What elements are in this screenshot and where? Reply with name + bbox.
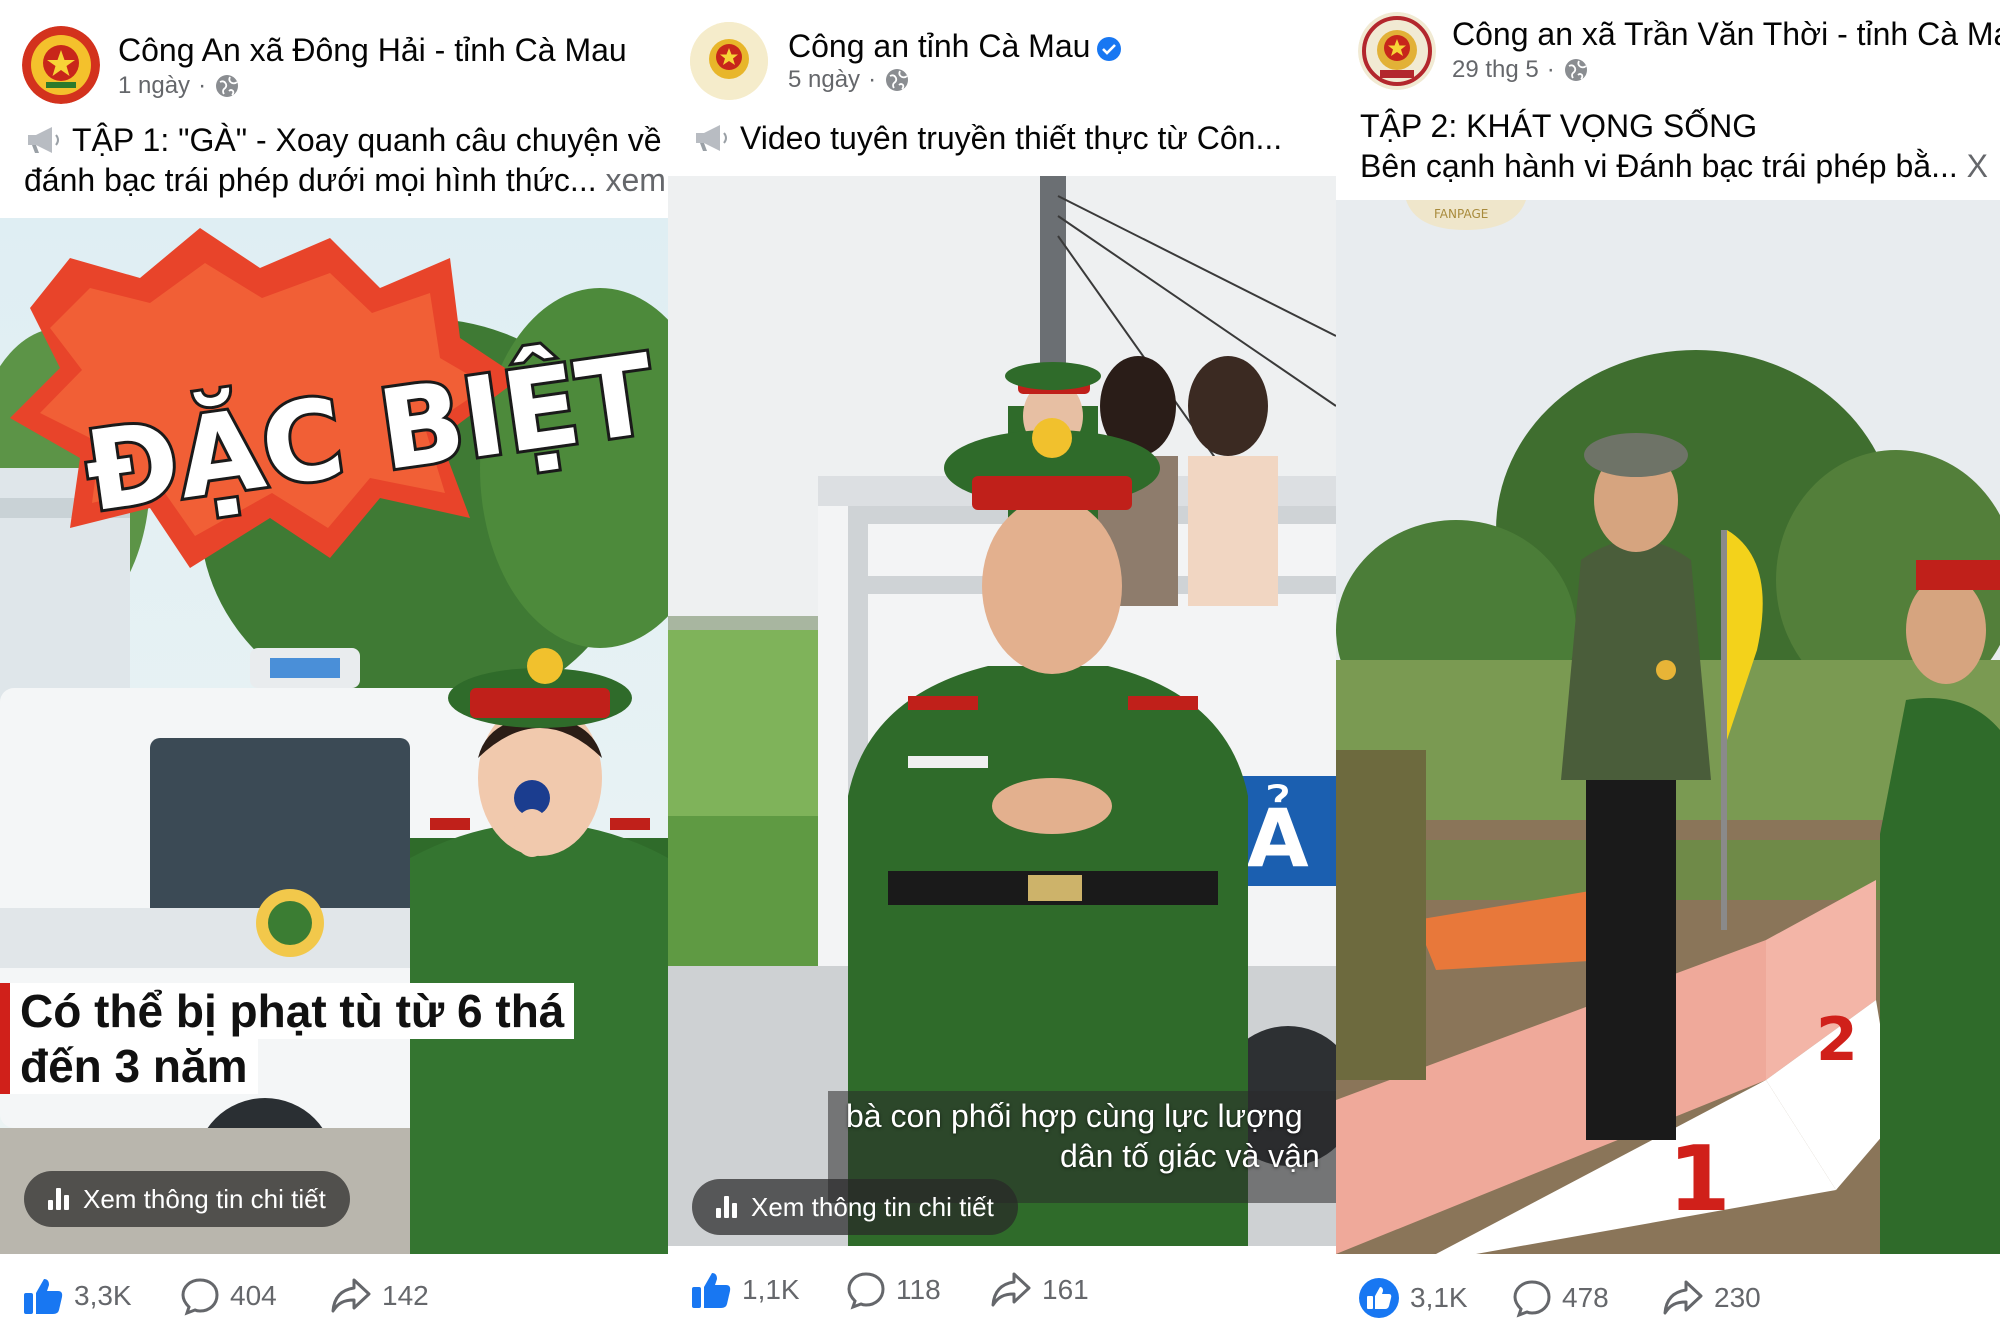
share-icon (1663, 1280, 1703, 1315)
post-actions: 3,1K 478 230 (1336, 1258, 2000, 1334)
caption-text-2: Bên cạnh hành vi Đánh bạc trái phép bằ..… (1360, 148, 1958, 184)
comment-icon (181, 1278, 219, 1316)
post-caption-line-1: TẬP 2: KHÁT VỌNG SỐNG (1360, 106, 2000, 146)
video-scene: ĐẶC BIỆT (0, 218, 668, 1254)
share-icon (991, 1272, 1031, 1307)
page-name[interactable]: Công an xã Trần Văn Thời - tỉnh Cà Mau (1452, 16, 2000, 53)
caption-text: Video tuyên truyền thiết thực từ Côn... (740, 120, 1283, 156)
megaphone-icon (696, 125, 727, 151)
insights-icon (48, 1188, 69, 1210)
comment-icon (847, 1272, 885, 1310)
post-caption-line-1: Video tuyên truyền thiết thực từ Côn... (692, 118, 1336, 158)
verified-badge-icon (1097, 36, 1122, 61)
video-scene: CẢ (668, 176, 1336, 1246)
see-more-link[interactable]: xem (605, 162, 665, 198)
share-button[interactable]: 142 (330, 1276, 429, 1316)
watermark-text: FANPAGE (1434, 207, 1488, 221)
post-meta: 29 thg 5 · (1452, 56, 1589, 84)
video-subtitle-2: dân tố giác và vận (1060, 1138, 1320, 1174)
video-overlay-text-2: đến 3 năm (0, 1038, 258, 1094)
caption-text: TẬP 1: "GÀ" - Xoay quanh câu chuyện về (72, 122, 662, 158)
post-caption-line-2: Bên cạnh hành vi Đánh bạc trái phép bằ..… (1360, 146, 2000, 186)
comment-count: 404 (230, 1280, 277, 1311)
video-scene: 1 2 FANPAGE (1336, 200, 2000, 1254)
share-button[interactable]: 230 (1662, 1278, 1761, 1318)
post-card-3: Công an xã Trần Văn Thời - tỉnh Cà Mau 2… (1336, 0, 2000, 1334)
like-icon (692, 1273, 731, 1308)
post-card-2: Công an tỉnh Cà Mau 5 ngày · Video tuyên… (668, 0, 1336, 1334)
meta-separator: · (868, 66, 877, 93)
like-button[interactable]: 3,1K (1358, 1277, 1468, 1319)
post-time[interactable]: 29 thg 5 (1452, 56, 1539, 84)
globe-icon (1564, 59, 1587, 81)
post-caption-line-1: TẬP 1: "GÀ" - Xoay quanh câu chuyện về (24, 120, 668, 160)
video-info-label: Xem thông tin chi tiết (83, 1183, 326, 1214)
page-name[interactable]: Công an tỉnh Cà Mau (788, 28, 1122, 65)
share-count: 230 (1714, 1282, 1761, 1313)
comment-button[interactable]: 404 (180, 1276, 277, 1316)
comment-count: 478 (1562, 1282, 1609, 1313)
share-count: 161 (1042, 1274, 1089, 1305)
podium-number-2: 2 (1816, 1005, 1858, 1075)
page-avatar[interactable] (22, 26, 100, 104)
video-overlay-text-1: Có thể bị phạt tù từ 6 thá (0, 983, 575, 1039)
like-button[interactable]: 3,3K (22, 1276, 132, 1316)
share-icon (331, 1278, 371, 1313)
like-count: 1,1K (742, 1274, 800, 1305)
meta-separator: · (198, 72, 207, 99)
comment-button[interactable]: 478 (1512, 1278, 1609, 1318)
megaphone-icon (28, 127, 59, 153)
post-meta: 1 ngày · (118, 72, 240, 100)
post-caption-line-2: đánh bạc trái phép dưới mọi hình thức...… (24, 160, 668, 200)
post-meta: 5 ngày · (788, 66, 910, 94)
post-actions: 1,1K 118 161 (668, 1250, 1336, 1330)
insights-icon (716, 1196, 737, 1218)
post-card-1: Công An xã Đông Hải - tỉnh Cà Mau 1 ngày… (0, 0, 668, 1334)
page-name-text[interactable]: Công an tỉnh Cà Mau (788, 28, 1090, 64)
like-count: 3,1K (1410, 1282, 1468, 1313)
caption-text-2: đánh bạc trái phép dưới mọi hình thức... (24, 162, 597, 198)
video-thumbnail[interactable]: CẢ bà con phối hợp cùng lực lượng dân tố… (668, 176, 1336, 1246)
share-count: 142 (382, 1280, 429, 1311)
like-icon (24, 1279, 63, 1314)
post-header: Công an xã Trần Văn Thời - tỉnh Cà Mau 2… (1336, 0, 2000, 110)
comment-button[interactable]: 118 (846, 1270, 941, 1310)
comment-count: 118 (896, 1274, 941, 1305)
page-name[interactable]: Công An xã Đông Hải - tỉnh Cà Mau (118, 32, 627, 69)
podium-number-1: 1 (1668, 1127, 1731, 1232)
video-thumbnail[interactable]: ĐẶC BIỆT Có thể bị phạt tù từ 6 thá đến … (0, 218, 668, 1254)
caption-text: TẬP 2: KHÁT VỌNG SỐNG (1360, 108, 1758, 144)
video-info-button[interactable]: Xem thông tin chi tiết (692, 1179, 1018, 1235)
video-info-label: Xem thông tin chi tiết (751, 1191, 994, 1222)
see-more-link[interactable]: X (1967, 148, 1988, 184)
post-time[interactable]: 5 ngày (788, 66, 860, 94)
globe-icon (216, 75, 239, 97)
post-header: Công An xã Đông Hải - tỉnh Cà Mau 1 ngày… (0, 0, 668, 110)
video-info-button[interactable]: Xem thông tin chi tiết (24, 1171, 350, 1227)
comment-icon (1513, 1280, 1551, 1318)
like-count: 3,3K (74, 1280, 132, 1311)
share-button[interactable]: 161 (990, 1270, 1089, 1310)
globe-icon (886, 69, 909, 91)
video-subtitle-1: bà con phối hợp cùng lực lượng (846, 1098, 1303, 1134)
post-time[interactable]: 1 ngày (118, 72, 190, 100)
page-avatar[interactable] (690, 22, 768, 100)
like-button[interactable]: 1,1K (690, 1270, 800, 1310)
like-icon (1359, 1278, 1399, 1318)
post-actions: 3,3K 404 142 (0, 1256, 668, 1334)
post-header: Công an tỉnh Cà Mau 5 ngày · (668, 0, 1336, 110)
page-avatar[interactable] (1358, 12, 1436, 90)
video-thumbnail[interactable]: 1 2 FANPAGE (1336, 200, 2000, 1254)
meta-separator: · (1546, 56, 1555, 83)
